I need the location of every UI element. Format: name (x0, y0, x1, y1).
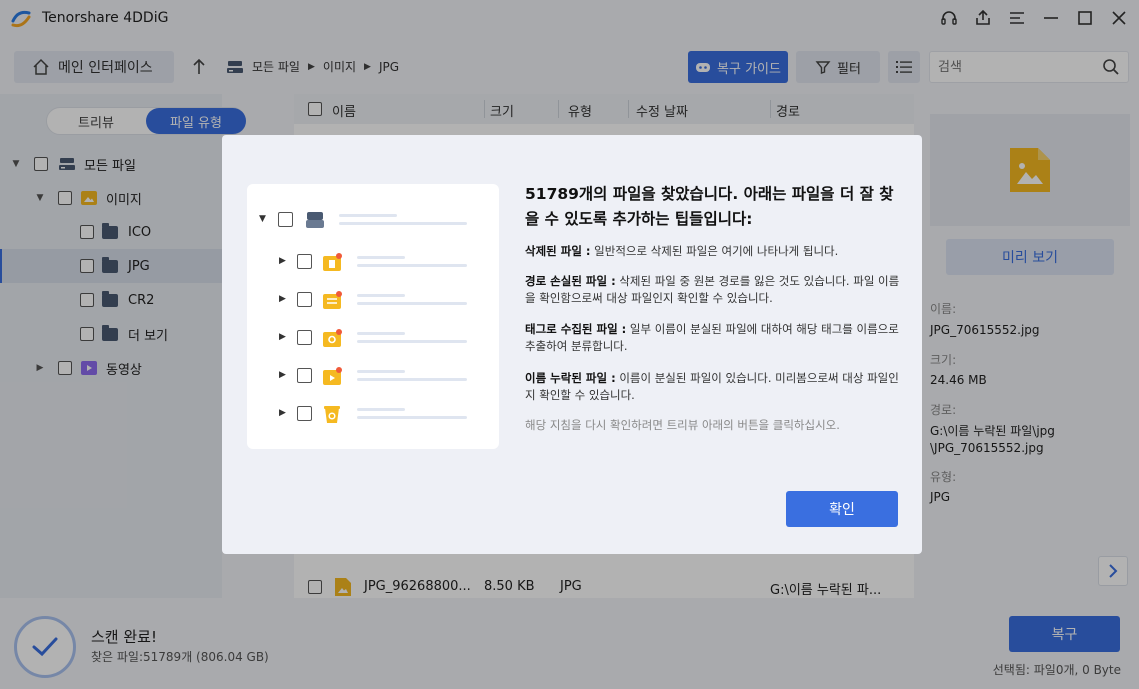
chevron-right-icon: ▶ (279, 294, 286, 304)
illustration-row: ▶ (247, 404, 499, 424)
checkbox (297, 406, 312, 421)
tip-title: 삭제된 파일 : (525, 244, 591, 258)
placeholder-line (357, 332, 405, 335)
illustration-row: ▶ (247, 290, 499, 310)
placeholder-line (357, 340, 467, 343)
placeholder-line (357, 302, 467, 305)
placeholder-line (357, 256, 405, 259)
deleted-folder-icon (323, 253, 342, 271)
placeholder-line (357, 294, 405, 297)
tip-unnamed-files: 이름 누락된 파일 : 이름이 분실된 파일이 있습니다. 미리봄으로써 대상 … (525, 370, 905, 404)
checkbox (297, 330, 312, 345)
illustration-row: ▼ (247, 210, 499, 230)
checkbox (297, 292, 312, 307)
tip-text: 일반적으로 삭제된 파일은 여기에 나타나게 됩니다. (590, 244, 839, 258)
checkbox (297, 368, 312, 383)
placeholder-line (357, 408, 405, 411)
dialog-hint: 해당 지침을 다시 확인하려면 트리뷰 아래의 버튼을 클릭하십시오. (525, 418, 840, 432)
tip-lost-path-files: 경로 손실된 파일 : 삭제된 파일 중 원본 경로를 잃은 것도 있습니다. … (525, 273, 905, 307)
lost-path-folder-icon (323, 291, 342, 309)
illustration-row: ▶ (247, 252, 499, 272)
placeholder-line (357, 378, 467, 381)
tip-title: 태그로 수집된 파일 : (525, 322, 627, 336)
tips-dialog: ▼ ▶ ▶ ▶ ▶ ▶ 51789개의 파일을 찾았습니다. 아래는 파일을 더… (222, 135, 922, 554)
tip-deleted-files: 삭제된 파일 : 일반적으로 삭제된 파일은 여기에 나타나게 됩니다. (525, 243, 905, 260)
chevron-down-icon: ▼ (259, 214, 266, 224)
tip-tagged-files: 태그로 수집된 파일 : 일부 이름이 분실된 파일에 대하여 해당 태그를 이… (525, 321, 905, 355)
chevron-right-icon: ▶ (279, 256, 286, 266)
illustration-row: ▶ (247, 328, 499, 348)
placeholder-line (357, 416, 467, 419)
drive-icon (306, 212, 324, 228)
chevron-right-icon: ▶ (279, 408, 286, 418)
placeholder-line (339, 222, 467, 225)
tip-title: 이름 누락된 파일 : (525, 371, 616, 385)
confirm-button[interactable]: 확인 (786, 491, 898, 527)
chevron-right-icon: ▶ (279, 370, 286, 380)
tips-illustration: ▼ ▶ ▶ ▶ ▶ ▶ (247, 184, 499, 449)
checkbox (297, 254, 312, 269)
unnamed-folder-icon (323, 367, 342, 385)
checkbox (278, 212, 293, 227)
tip-title: 경로 손실된 파일 : (525, 274, 616, 288)
dialog-heading: 51789개의 파일을 찾았습니다. 아래는 파일을 더 잘 찾을 수 있도록 … (525, 185, 894, 228)
recycle-bin-icon (324, 406, 340, 423)
placeholder-line (357, 370, 405, 373)
illustration-row: ▶ (247, 366, 499, 386)
chevron-right-icon: ▶ (279, 332, 286, 342)
tagged-folder-icon (323, 329, 342, 347)
placeholder-line (339, 214, 397, 217)
placeholder-line (357, 264, 467, 267)
